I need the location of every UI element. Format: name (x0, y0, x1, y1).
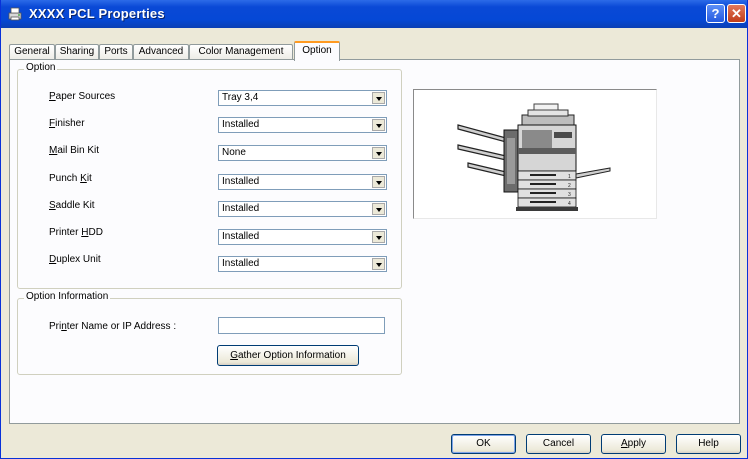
cancel-button[interactable]: Cancel (526, 434, 591, 454)
window-title: XXXX PCL Properties (29, 6, 165, 21)
printer-preview: 1 2 3 4 (413, 89, 657, 219)
mail-bin-kit-label: Mail Bin Kit (49, 145, 100, 156)
printer-icon (8, 7, 22, 21)
chevron-down-icon[interactable] (372, 119, 385, 131)
printer-address-input[interactable] (218, 317, 385, 334)
tab-general[interactable]: General (9, 44, 55, 60)
finisher-select[interactable]: Installed (218, 117, 387, 133)
close-button[interactable]: ✕ (727, 4, 746, 23)
close-icon: ✕ (731, 6, 742, 21)
finisher-label: Finisher (49, 118, 85, 129)
option-tab-panel: Option Paper Sources Tray 3,4 Finisher I… (9, 59, 740, 424)
printer-address-label: Printer Name or IP Address : (49, 321, 177, 332)
chevron-down-icon[interactable] (372, 231, 385, 243)
paper-sources-label: Paper Sources (49, 91, 116, 102)
option-group-title: Option (24, 62, 58, 73)
help-title-button[interactable]: ? (706, 4, 725, 23)
svg-text:1: 1 (568, 174, 571, 180)
duplex-unit-label: Duplex Unit (49, 254, 101, 265)
chevron-down-icon[interactable] (372, 147, 385, 159)
printer-hdd-label: Printer HDD (49, 227, 103, 238)
paper-sources-value: Tray 3,4 (222, 92, 259, 103)
punch-kit-label: Punch Kit (49, 173, 92, 184)
saddle-kit-label: Saddle Kit (49, 200, 95, 211)
svg-text:4: 4 (568, 201, 571, 207)
copier-illustration-icon: 1 2 3 4 (457, 103, 611, 211)
finisher-value: Installed (222, 119, 260, 130)
tab-sharing[interactable]: Sharing (55, 44, 99, 60)
ok-button[interactable]: OK (451, 434, 516, 454)
option-information-group: Option Information Printer Name or IP Ad… (17, 291, 402, 375)
help-icon: ? (711, 6, 720, 21)
apply-button[interactable]: Apply (601, 434, 666, 454)
printer-hdd-select[interactable]: Installed (218, 229, 387, 245)
svg-text:3: 3 (568, 192, 571, 198)
tab-advanced[interactable]: Advanced (133, 44, 189, 60)
saddle-kit-select[interactable]: Installed (218, 201, 387, 217)
saddle-kit-value: Installed (222, 203, 260, 214)
title-bar[interactable]: XXXX PCL Properties ? ✕ (1, 0, 747, 28)
mail-bin-kit-value: None (222, 147, 246, 158)
gather-option-information-button[interactable]: Gather Option Information (217, 345, 359, 366)
tab-option[interactable]: Option (294, 41, 340, 61)
tab-ports[interactable]: Ports (99, 44, 133, 60)
printer-hdd-value: Installed (222, 231, 260, 242)
chevron-down-icon[interactable] (372, 176, 385, 188)
duplex-unit-value: Installed (222, 258, 260, 269)
chevron-down-icon[interactable] (372, 203, 385, 215)
punch-kit-value: Installed (222, 176, 260, 187)
properties-dialog: XXXX PCL Properties ? ✕ General Sharing … (0, 0, 748, 459)
tab-color-management[interactable]: Color Management (189, 44, 293, 60)
mail-bin-kit-select[interactable]: None (218, 145, 387, 161)
option-information-title: Option Information (24, 291, 111, 302)
help-button[interactable]: Help (676, 434, 741, 454)
paper-sources-select[interactable]: Tray 3,4 (218, 90, 387, 106)
svg-text:2: 2 (568, 183, 571, 189)
chevron-down-icon[interactable] (372, 92, 385, 104)
punch-kit-select[interactable]: Installed (218, 174, 387, 190)
chevron-down-icon[interactable] (372, 258, 385, 270)
duplex-unit-select[interactable]: Installed (218, 256, 387, 272)
option-group: Option Paper Sources Tray 3,4 Finisher I… (17, 62, 402, 289)
